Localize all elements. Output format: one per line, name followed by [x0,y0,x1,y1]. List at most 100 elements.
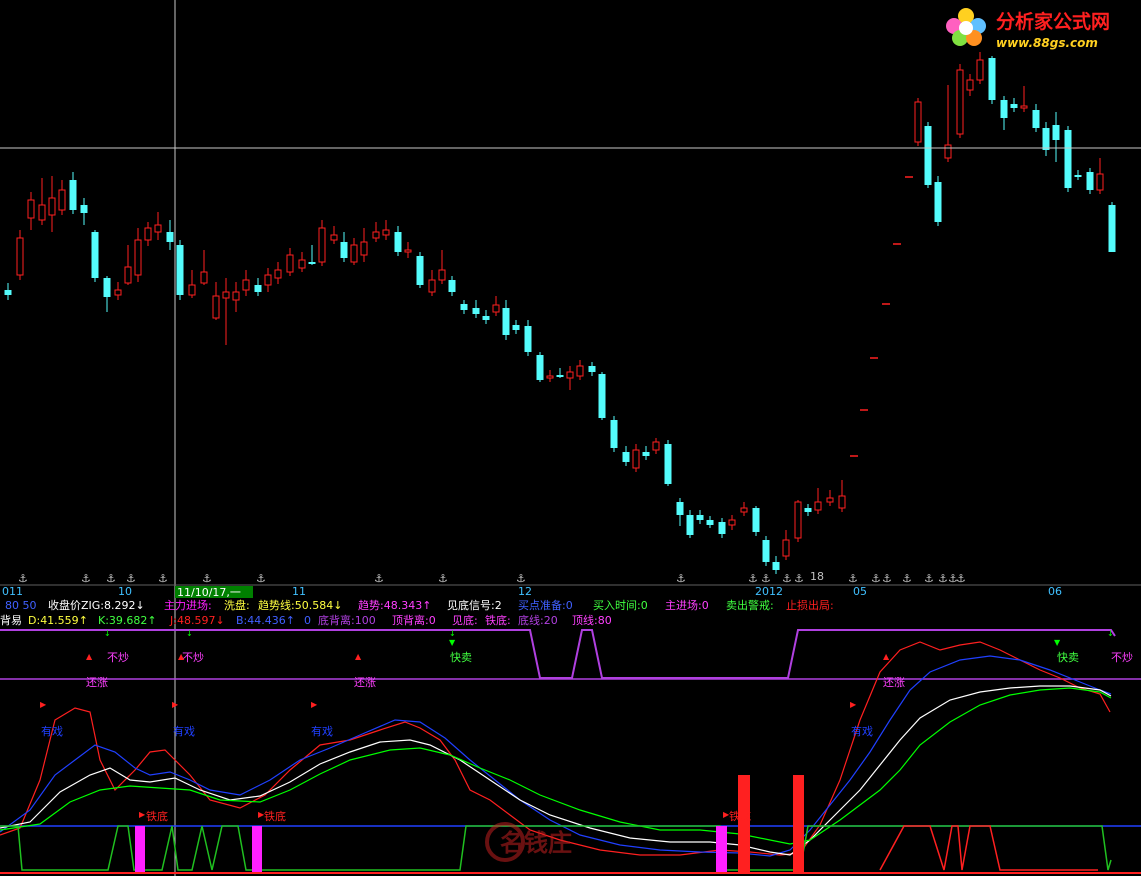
candle-body [1020,105,1028,109]
maichu-label: 卖出警戒: [726,598,774,612]
anchor-icon: ⚓ [782,572,792,585]
header-prefix-2: 背易 [0,613,22,627]
signal-arrow: ▲ [355,652,362,661]
mairu-label: 买入时间:0 [593,599,648,612]
site-logo: 分析家公式网 www.88gs.com [946,8,1110,50]
anchor-icon: ⚓ [158,572,168,585]
bottom-watermark: 名钱庄 [485,822,572,862]
tiedi-label: 铁底: [485,613,511,627]
signal-huan-zhang: 还涨 [354,676,376,689]
site-title: 分析家公式网 [996,10,1110,33]
signal-arrow: ▲ [178,652,185,661]
candle-body [27,199,35,219]
candle-body [472,308,480,314]
candle-body [264,274,272,286]
stock-chart[interactable]: ⚓ ⚓ ⚓ ⚓ ⚓ ⚓ ⚓ ⚓ ⚓ ⚓ ⚓ ⚓ ⚓ ⚓ ⚓ ⚓ ⚓ ⚓ ⚓ ⚓ ⚓ ⚓⚓ 011 10 11/10/17,… [0,0,1141,876]
candle [416,252,424,288]
candle-body [404,249,412,253]
candle-body [274,269,282,279]
signal-arrow: ▶ [258,810,265,819]
candle [536,352,544,382]
candle-body [144,227,152,241]
candle [988,56,996,104]
signal-bar [716,826,727,874]
signal-bu-chao: 不炒 [182,651,204,664]
signal-arrow: ▶ [40,700,47,709]
candle-body [934,182,942,222]
candle-body [460,304,468,310]
signal-arrow: ▶ [723,810,730,819]
candle-body [340,242,348,258]
signal-tie-di: 铁底 [264,809,286,823]
signal-tie-di: 铁底 [729,809,751,823]
candle-body [298,259,306,269]
candle-body [512,325,520,330]
anchor-icon: ⚓ [924,572,934,585]
signal-arrow: ↓ [104,629,111,638]
candle-body [382,229,390,236]
candle-body [1052,125,1060,140]
candle-body [566,371,574,379]
anchor-icon: ⚓ [956,572,966,585]
candle-body [706,520,714,525]
signal-bar [738,775,750,874]
candle [598,372,606,420]
anchor-icon: ⚓ [202,572,212,585]
candle-body [330,234,338,241]
candle-body [114,289,122,296]
anchor-icon: ⚓ [761,572,771,585]
candle-body [598,374,606,418]
signal-arrow: ▶ [311,700,318,709]
candle [176,240,184,300]
signal-bar [135,826,145,874]
candle-body [188,284,196,296]
signal-kuai-mai: 快卖 [450,651,472,664]
signal-arrow: ▲ [883,652,890,661]
candle-body [232,291,240,301]
candle-body [794,501,802,539]
signal-arrow: ▼ [449,638,456,647]
candle-body [360,241,368,256]
header-prefix: 80 50 [5,599,37,612]
time-label: 11 [292,585,306,598]
candle-body [696,515,704,520]
j-value: J:48.597↓ [169,614,225,627]
signal-you-xi: 有戏 [311,724,333,738]
selected-date: 11/10/17,一 [177,586,241,599]
qushi-label: 趋势:48.343↑ [358,599,431,612]
candle-body [69,180,77,210]
candle-body [48,197,56,216]
candle [934,176,942,226]
anchor-icon: ⚓ [938,572,948,585]
candle-body [176,245,184,295]
candle [16,230,24,280]
anchor-icon: ⚓ [516,572,526,585]
dibeili-value: 底背离:100 [318,613,376,627]
qushixian-label: 趋势线:50.584↓ [258,598,342,612]
jiandi-label: 见底: [452,613,478,627]
candle-body [728,519,736,526]
candle-body [752,508,760,532]
candle-body [91,232,99,278]
candle [1064,126,1072,192]
candle-body [718,522,726,534]
candle-body [448,280,456,292]
candle-body [988,58,996,100]
candle-body [966,79,974,91]
signal-arrow: ▲ [86,652,93,661]
zig-label: 收盘价ZIG:8.292↓ [48,598,145,612]
candle-body [166,232,174,242]
signal-arrow: ▶ [139,810,146,819]
candle-body [124,266,132,284]
zhisun-label: 止损出局: [786,598,834,612]
candle-body [772,562,780,570]
dingxian-value: 顶线:80 [572,613,612,627]
candle-body [154,224,162,233]
signal-kuai-mai: 快卖 [1057,651,1079,664]
anchor-icon: ⚓ [256,572,266,585]
dingbeili-value: 顶背离:0 [392,613,436,627]
signal-bar [252,826,262,874]
time-label: 05 [853,585,867,598]
anchor-icon: ⚓ [81,572,91,585]
candle-body [1108,205,1116,252]
